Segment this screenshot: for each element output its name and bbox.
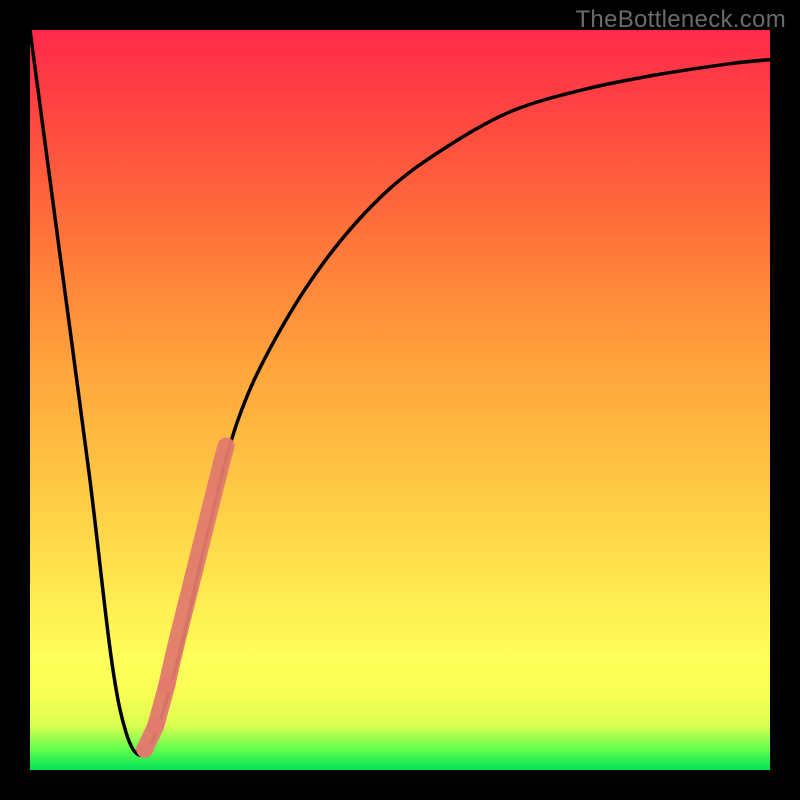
bottleneck-curve	[30, 30, 770, 755]
chart-plot-area	[30, 30, 770, 770]
chart-svg	[30, 30, 770, 770]
watermark-text: TheBottleneck.com	[575, 6, 786, 34]
highlight-dots	[136, 446, 226, 758]
